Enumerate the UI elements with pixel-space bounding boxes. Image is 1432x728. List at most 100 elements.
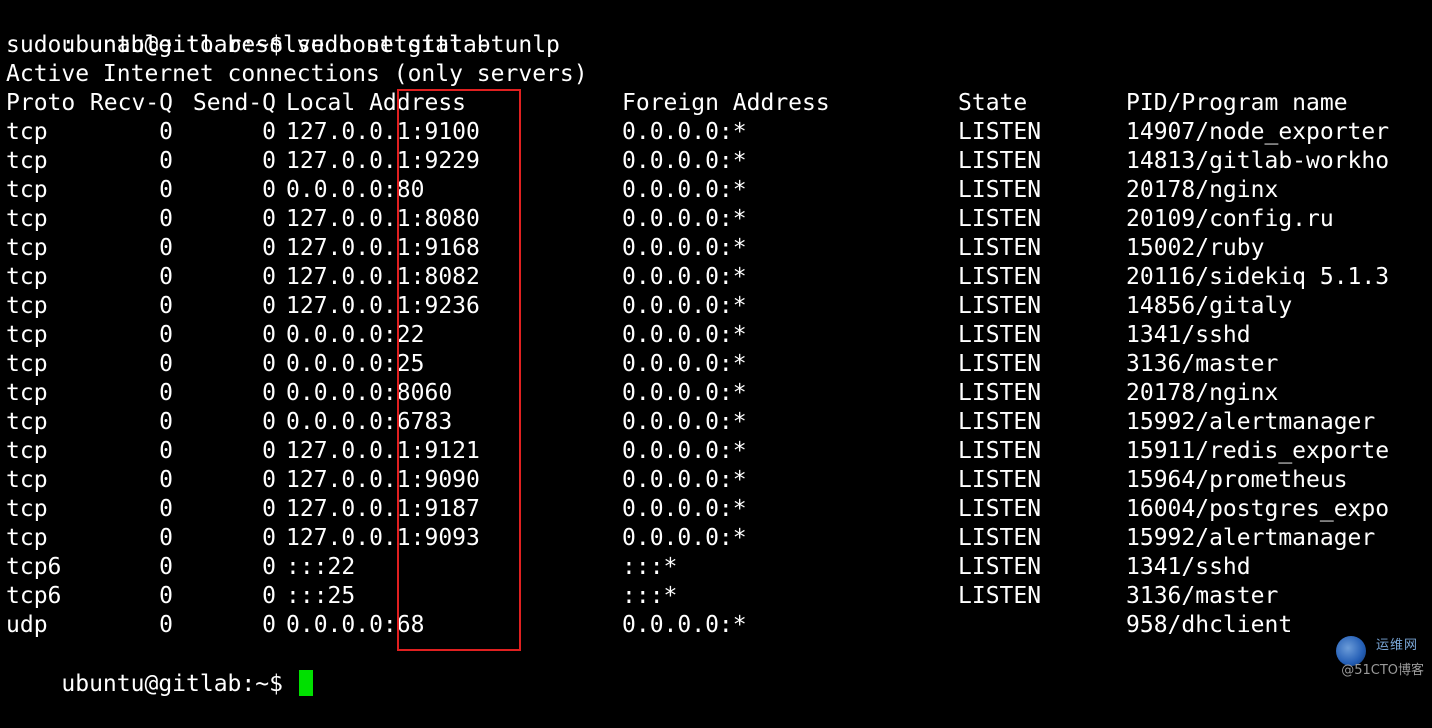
cell-local-address: 127.0.0.1:9093 — [286, 525, 480, 551]
cell-foreign-address: 0.0.0.0:* — [622, 496, 747, 522]
cell-local-address: 127.0.0.1:9121 — [286, 438, 480, 464]
cell-local-address: 127.0.0.1:8082 — [286, 264, 480, 290]
cell-local-address: 127.0.0.1:9236 — [286, 293, 480, 319]
cell-foreign-address: :::* — [622, 554, 678, 580]
cell-state: LISTEN — [958, 119, 1042, 145]
cell-pid-program: 3136/master — [1126, 583, 1279, 609]
cell-foreign-address: 0.0.0.0:* — [622, 235, 747, 261]
cell-local-address: 127.0.0.1:8080 — [286, 206, 480, 232]
cell-foreign-address: 0.0.0.0:* — [622, 351, 747, 377]
header-foreign-address: Foreign Address — [622, 90, 830, 116]
cell-pid-program: 20178/nginx — [1126, 177, 1279, 203]
cell-pid-program: 16004/postgres_expo — [1126, 496, 1390, 522]
table-row: tcp6 0 0:::25:::* LISTEN 3136/master — [6, 582, 1426, 611]
cell-foreign-address: 0.0.0.0:* — [622, 467, 747, 493]
cell-foreign-address: 0.0.0.0:* — [622, 612, 747, 638]
cursor — [298, 670, 313, 696]
cell-pid-program: 15992/alertmanager — [1126, 525, 1376, 551]
cell-local-address: :::25 — [286, 583, 356, 609]
cell-send-q: 0 — [262, 438, 276, 464]
cell-state: LISTEN — [958, 554, 1042, 580]
cell-send-q: 0 — [262, 235, 276, 261]
cell-state: LISTEN — [958, 525, 1042, 551]
cell-foreign-address: 0.0.0.0:* — [622, 409, 747, 435]
table-row: tcp 0 0 0.0.0.0:6783 0.0.0.0:* LISTEN 15992/al… — [6, 408, 1426, 437]
cell-state: LISTEN — [958, 322, 1042, 348]
cell-state: LISTEN — [958, 235, 1042, 261]
cell-state: LISTEN — [958, 380, 1042, 406]
terminal-window[interactable]: ubuntu@gitlab:~$ sudo netstat -tunlp sud… — [6, 0, 1426, 697]
cell-pid-program: 15002/ruby — [1126, 235, 1265, 261]
cell-send-q: 0 — [262, 293, 276, 319]
cell-send-q: 0 — [262, 409, 276, 435]
watermark: 运维网 @51CTO博客 — [1312, 634, 1424, 678]
watermark-site: 运维网 — [1375, 638, 1418, 653]
cell-send-q: 0 — [262, 467, 276, 493]
cell-foreign-address: 0.0.0.0:* — [622, 322, 747, 348]
table-row: tcp 0 0 0.0.0.0:80 0.0.0.0:* LISTEN 20178/ngin… — [6, 176, 1426, 205]
cell-state: LISTEN — [958, 351, 1042, 377]
cell-local-address: 127.0.0.1:9187 — [286, 496, 480, 522]
command-line: ubuntu@gitlab:~$ sudo netstat -tunlp — [6, 2, 560, 58]
table-row: tcp 0 0 0.0.0.0:8060 0.0.0.0:* LISTEN 20178/ng… — [6, 379, 1426, 408]
cell-state: LISTEN — [958, 409, 1042, 435]
info-message: Active Internet connections (only server… — [6, 61, 588, 87]
cell-local-address: 0.0.0.0:22 — [286, 322, 425, 348]
cell-foreign-address: 0.0.0.0:* — [622, 119, 747, 145]
final-prompt-line[interactable]: ubuntu@gitlab:~$ — [6, 641, 313, 697]
cell-local-address: 0.0.0.0:6783 — [286, 409, 453, 435]
cell-local-address: 0.0.0.0:25 — [286, 351, 425, 377]
table-row: tcp 0 0 0.0.0.0:25 0.0.0.0:* LISTEN 3136/maste… — [6, 350, 1426, 379]
cell-pid-program: 1341/sshd — [1126, 554, 1251, 580]
header-state: State — [958, 90, 1028, 116]
cell-foreign-address: 0.0.0.0:* — [622, 177, 747, 203]
table-row: tcp 0 0 127.0.0.1:9236 0.0.0.0:* LISTEN 14856/… — [6, 292, 1426, 321]
cell-pid-program: 15964/prometheus — [1126, 467, 1348, 493]
prompt: ubuntu@gitlab:~$ — [61, 671, 283, 697]
cell-pid-program: 14813/gitlab-workho — [1126, 148, 1390, 174]
cell-local-address: :::22 — [286, 554, 356, 580]
cell-send-q: 0 — [262, 612, 276, 638]
cell-state: LISTEN — [958, 177, 1042, 203]
header-local-address: Local Address — [286, 90, 467, 116]
cell-send-q: 0 — [262, 351, 276, 377]
cell-send-q: 0 — [262, 322, 276, 348]
cell-local-address: 127.0.0.1:9229 — [286, 148, 480, 174]
cell-state: LISTEN — [958, 264, 1042, 290]
cell-send-q: 0 — [262, 148, 276, 174]
cell-foreign-address: 0.0.0.0:* — [622, 525, 747, 551]
cell-send-q: 0 — [262, 496, 276, 522]
cell-foreign-address: 0.0.0.0:* — [622, 438, 747, 464]
cell-send-q: 0 — [262, 525, 276, 551]
cell-send-q: 0 — [262, 583, 276, 609]
cell-send-q: 0 — [262, 380, 276, 406]
cell-foreign-address: 0.0.0.0:* — [622, 148, 747, 174]
cell-state: LISTEN — [958, 467, 1042, 493]
cell-pid-program: 958/dhclient — [1126, 612, 1293, 638]
table-row: tcp6 0 0:::22:::* LISTEN 1341/sshd — [6, 553, 1426, 582]
header-pid-program: PID/Program name — [1126, 90, 1348, 116]
cell-local-address: 0.0.0.0:68 — [286, 612, 425, 638]
table-row: tcp 0 0 127.0.0.1:9121 0.0.0.0:* LISTEN 15911/… — [6, 437, 1426, 466]
cell-state: LISTEN — [958, 583, 1042, 609]
cell-pid-program: 20109/config.ru — [1126, 206, 1334, 232]
cell-pid-program: 1341/sshd — [1126, 322, 1251, 348]
cell-send-q: 0 — [262, 119, 276, 145]
watermark-handle: @51CTO博客 — [1341, 663, 1424, 678]
cell-foreign-address: 0.0.0.0:* — [622, 293, 747, 319]
cell-foreign-address: 0.0.0.0:* — [622, 380, 747, 406]
cell-foreign-address: 0.0.0.0:* — [622, 264, 747, 290]
table-row: tcp 0 0 127.0.0.1:9100 0.0.0.0:* LISTEN 14907/… — [6, 118, 1426, 147]
table-row: tcp 0 0 127.0.0.1:9229 0.0.0.0:* LISTEN 14813/… — [6, 147, 1426, 176]
cell-send-q: 0 — [262, 264, 276, 290]
table-header: Proto Recv-Q Send-Q Local Address Foreig… — [6, 89, 1426, 118]
cell-foreign-address: :::* — [622, 583, 678, 609]
cell-state: LISTEN — [958, 438, 1042, 464]
table-row: tcp 0 0 127.0.0.1:9168 0.0.0.0:* LISTEN 15002/… — [6, 234, 1426, 263]
cell-pid-program: 3136/master — [1126, 351, 1279, 377]
cell-pid-program: 20116/sidekiq 5.1.3 — [1126, 264, 1390, 290]
cell-send-q: 0 — [262, 206, 276, 232]
header-send-q: Send-Q — [192, 90, 276, 116]
table-row: tcp 0 0 127.0.0.1:8082 0.0.0.0:* LISTEN 20116/… — [6, 263, 1426, 292]
cell-pid-program: 15911/redis_exporte — [1126, 438, 1390, 464]
